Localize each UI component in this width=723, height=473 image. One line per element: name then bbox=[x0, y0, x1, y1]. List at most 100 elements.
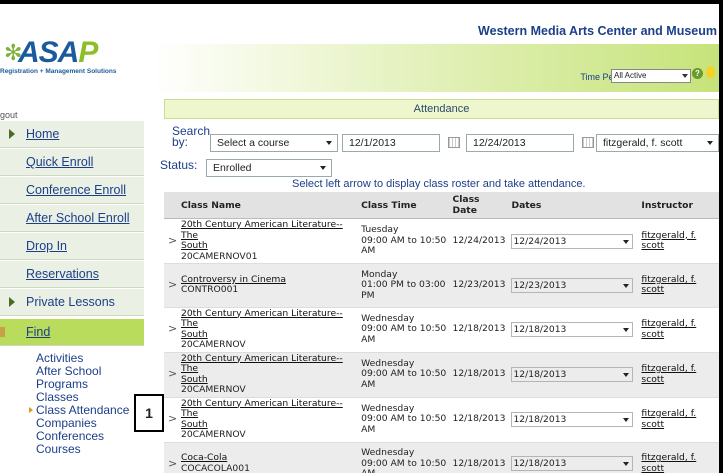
class-name-link[interactable]: 20th Century American Literature--The Sou… bbox=[181, 308, 343, 340]
sidebar: ✻ ASAP Registration + Management Solutio… bbox=[0, 4, 150, 473]
instructor-link[interactable]: fitzgerald, f. scott bbox=[641, 230, 696, 252]
table-row: >20th Century American Literature--The So… bbox=[164, 352, 719, 398]
table-row: > Coca-Cola COCACOLA001 Wednesday 09:00 AM t… bbox=[164, 442, 719, 473]
class-name-link[interactable]: Controversy in Cinema bbox=[181, 274, 286, 285]
course-select[interactable]: Select a course bbox=[210, 134, 338, 152]
dates-select[interactable]: 12/18/2013 bbox=[511, 367, 634, 382]
sidebar-item-conference-enroll[interactable]: Conference Enroll bbox=[0, 176, 144, 204]
instructor-cell: fitzgerald, f. scott bbox=[638, 263, 719, 308]
class-code: COCACOLA001 bbox=[180, 462, 250, 473]
dropdown-arrow-icon bbox=[707, 141, 713, 145]
nav-arrow-icon bbox=[9, 129, 15, 139]
class-date-cell: 12/23/2013 bbox=[449, 263, 509, 308]
row-expand-icon[interactable]: > bbox=[164, 218, 178, 264]
dates-select[interactable]: 12/23/2013 bbox=[511, 277, 634, 293]
dates-select[interactable]: 12/18/2013 bbox=[511, 456, 634, 472]
class-name-cell: 20th Century American Literature--The Sou… bbox=[177, 397, 359, 443]
sidebar-item-label[interactable]: Reservations bbox=[26, 267, 99, 281]
sidebar-item-label[interactable]: Conference Enroll bbox=[26, 183, 126, 197]
organization-name: Western Media Arts Center and Museum bbox=[478, 24, 717, 38]
row-expand-icon[interactable]: > bbox=[164, 307, 178, 353]
instructor-link[interactable]: fitzgerald, f. scott bbox=[641, 452, 696, 473]
sidebar-item-label[interactable]: Home bbox=[26, 127, 59, 141]
class-date-cell: 12/18/2013 bbox=[449, 397, 509, 443]
class-code: 20CAMERNOV bbox=[180, 384, 246, 395]
instructor-link[interactable]: fitzgerald, f. scott bbox=[641, 408, 696, 430]
dates-cell: 12/18/2013 bbox=[508, 442, 639, 473]
find-marker-icon bbox=[0, 327, 5, 337]
sidebar-item-label[interactable]: Quick Enroll bbox=[26, 155, 93, 169]
sidebar-item-private-lessons[interactable]: Private Lessons bbox=[0, 288, 144, 316]
sub-item-class-attendance[interactable]: Class Attendance bbox=[29, 404, 146, 417]
sidebar-item-label[interactable]: Find bbox=[26, 325, 50, 339]
sidebar-item-after-school-enroll[interactable]: After School Enroll bbox=[0, 204, 144, 232]
instructor-cell: fitzgerald, f. scott bbox=[638, 397, 719, 443]
row-expand-icon[interactable]: > bbox=[164, 263, 178, 308]
dates-cell: 12/24/2013 bbox=[508, 218, 639, 264]
nav-arrow-icon bbox=[9, 297, 15, 307]
instructor-link[interactable]: fitzgerald, f. scott bbox=[641, 318, 696, 340]
sidebar-item-home[interactable]: Home bbox=[0, 120, 144, 148]
find-sub-menu: Activities After School Programs Classes… bbox=[29, 352, 146, 456]
class-time-cell: Wednesday09:00 AM to 10:50AM bbox=[358, 397, 450, 443]
class-date-cell: 12/18/2013 bbox=[449, 442, 509, 473]
end-date-input[interactable]: 12/24/2013 bbox=[466, 134, 574, 152]
class-name-cell: Controversy in Cinema CONTRO001 bbox=[177, 263, 359, 308]
dates-select[interactable]: 12/18/2013 bbox=[511, 412, 634, 427]
sidebar-item-label[interactable]: Private Lessons bbox=[26, 295, 115, 309]
status-select[interactable]: Enrolled bbox=[206, 159, 332, 177]
dropdown-arrow-icon bbox=[623, 462, 630, 467]
class-code: 20CAMERNOV01 bbox=[180, 250, 258, 262]
instructor-cell: fitzgerald, f. scott bbox=[638, 352, 719, 398]
class-name-cell: 20th Century American Literature--The Sou… bbox=[177, 218, 359, 264]
class-name-link[interactable]: 20th Century American Literature--The Sou… bbox=[181, 219, 343, 251]
instructor-select[interactable]: fitzgerald, f. scott bbox=[596, 134, 719, 152]
row-expand-icon[interactable]: > bbox=[164, 352, 178, 398]
table-row: >20th Century American Literature--The So… bbox=[164, 397, 719, 443]
class-time-cell: Wednesday09:00 AM to 10:50AM bbox=[358, 442, 450, 473]
table-row: >20th Century American Literature--The So… bbox=[164, 307, 719, 353]
dropdown-arrow-icon bbox=[623, 239, 630, 244]
column-header: Class Name bbox=[177, 192, 359, 219]
dropdown-arrow-icon bbox=[623, 283, 630, 288]
row-expand-icon[interactable]: > bbox=[164, 442, 178, 473]
sidebar-item-reservations[interactable]: Reservations bbox=[0, 260, 144, 288]
class-code: 20CAMERNOV bbox=[180, 429, 246, 440]
dropdown-arrow-icon bbox=[623, 418, 630, 422]
class-name-link[interactable]: 20th Century American Literature--The Sou… bbox=[181, 353, 343, 385]
instructor-link[interactable]: fitzgerald, f. scott bbox=[641, 363, 696, 385]
sub-item-courses[interactable]: Courses bbox=[36, 443, 146, 456]
class-name-cell: Coca-Cola COCACOLA001 bbox=[177, 442, 359, 473]
dates-select[interactable]: 12/18/2013 bbox=[511, 322, 634, 337]
sidebar-item-label[interactable]: Drop In bbox=[26, 239, 67, 253]
sidebar-item-label[interactable]: After School Enroll bbox=[26, 211, 130, 225]
row-expand-icon[interactable]: > bbox=[164, 397, 178, 443]
class-time-cell: Wednesday09:00 AM to 10:50AM bbox=[358, 352, 450, 398]
calendar-icon[interactable] bbox=[582, 137, 594, 148]
column-header: Instructor bbox=[638, 192, 719, 219]
class-code: CONTRO001 bbox=[180, 284, 239, 296]
sub-item-after-school-programs[interactable]: After School Programs bbox=[36, 365, 116, 391]
instructor-link[interactable]: fitzgerald, f. scott bbox=[641, 274, 696, 296]
sidebar-item-quick-enroll[interactable]: Quick Enroll bbox=[0, 148, 144, 176]
calendar-icon[interactable] bbox=[448, 137, 460, 148]
header: Western Media Arts Center and Museum Tim… bbox=[150, 4, 719, 92]
class-date-cell: 12/18/2013 bbox=[449, 307, 509, 353]
class-name-link[interactable]: Coca-Cola bbox=[181, 452, 227, 464]
dates-cell: 12/18/2013 bbox=[508, 397, 639, 443]
class-date-cell: 12/18/2013 bbox=[449, 352, 509, 398]
section-title: Attendance bbox=[164, 99, 719, 119]
logout-link[interactable]: gout bbox=[0, 110, 18, 120]
sidebar-item-drop-in[interactable]: Drop In bbox=[0, 232, 144, 260]
dates-select[interactable]: 12/24/2013 bbox=[511, 233, 634, 249]
lightbulb-icon[interactable] bbox=[706, 66, 715, 78]
table-header-row: Class Name Class Time Class Date Dates I… bbox=[164, 192, 719, 219]
time-period-select[interactable]: All Active bbox=[611, 69, 691, 83]
logo-wordmark: ASAP bbox=[18, 36, 98, 69]
help-icon[interactable]: ? bbox=[692, 68, 703, 79]
sidebar-item-find[interactable]: Find bbox=[0, 318, 144, 346]
column-header: Class Time bbox=[358, 192, 450, 219]
class-name-link[interactable]: 20th Century American Literature--The Sou… bbox=[181, 398, 343, 430]
start-date-input[interactable]: 12/1/2013 bbox=[342, 134, 440, 152]
class-code: 20CAMERNOV bbox=[180, 339, 246, 350]
